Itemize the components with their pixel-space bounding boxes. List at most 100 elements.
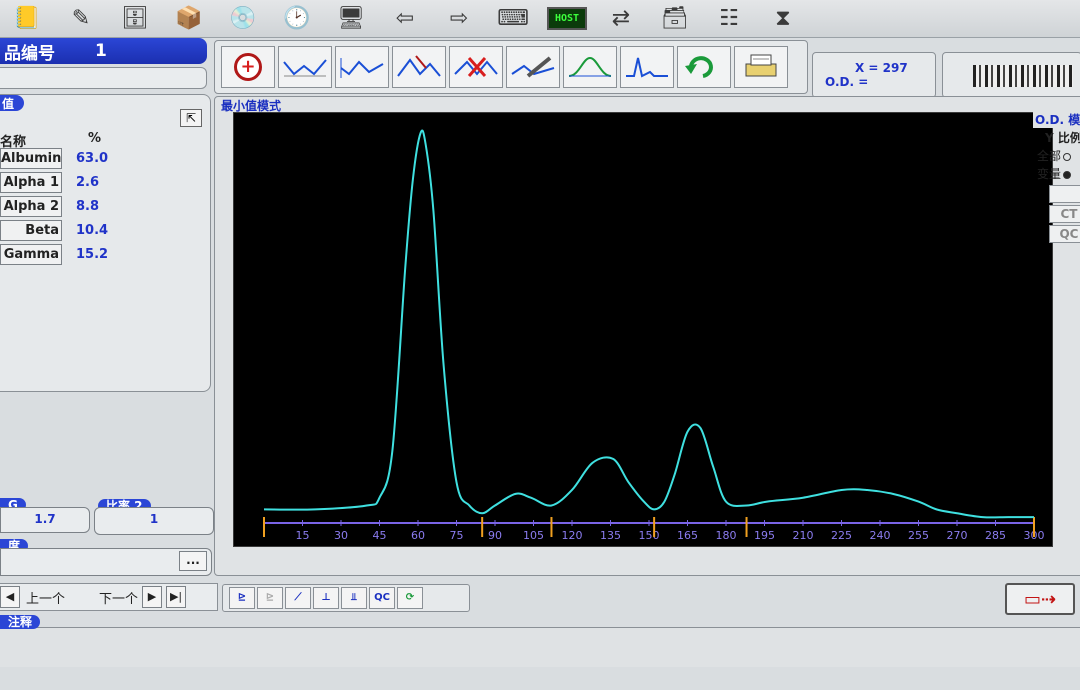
last-record-icon[interactable]: ▶| — [166, 586, 187, 608]
radio-variable-dot[interactable] — [1063, 170, 1072, 179]
prev-record-icon[interactable]: ◀ — [0, 586, 20, 608]
x-tick-label: 255 — [908, 529, 929, 542]
sample-number-label: 品编号 — [4, 43, 55, 64]
qc-side-button[interactable]: QC — [1049, 225, 1080, 243]
column-percent-header: % — [88, 131, 102, 146]
prev-record-label[interactable]: 上一个 — [26, 588, 65, 607]
x-tick-label: 120 — [562, 529, 583, 542]
x-tick-label: 285 — [985, 529, 1006, 542]
x-tick-label: 225 — [831, 529, 852, 542]
radio-variable[interactable]: 变量 — [1037, 165, 1072, 182]
values-panel-title: 值 — [0, 95, 25, 111]
archive-icon[interactable]: 🗃 — [650, 2, 700, 36]
fraction-percent: 8.8 — [76, 198, 100, 214]
x-tick-label: 240 — [870, 529, 891, 542]
edit-chart-icon[interactable]: ⊵ — [229, 587, 255, 609]
fraction-name[interactable]: Alpha 1 — [0, 171, 62, 193]
cursor-readout: X = 297 O.D. = — [812, 52, 936, 98]
record-navigation: ◀ 上一个 下一个 ▶ ▶| — [0, 583, 218, 611]
curve-icon — [283, 59, 327, 77]
qc-button[interactable]: QC — [369, 587, 395, 609]
x-tick-label: 90 — [488, 529, 502, 542]
fraction-row: Albumin 63.0 — [0, 147, 108, 169]
undo-button[interactable] — [677, 46, 731, 88]
cursor-x: X = 297 — [855, 61, 908, 75]
radio-all[interactable]: 全部 — [1037, 147, 1072, 164]
fraction-row: Gamma 15.2 — [0, 243, 108, 265]
next-record-label[interactable]: 下一个 — [99, 588, 138, 607]
pencil-icon — [511, 56, 555, 78]
fraction-percent: 2.6 — [76, 174, 100, 190]
chart-toolbar: + — [214, 40, 808, 94]
x-tick-label: 105 — [523, 529, 544, 542]
main-toolbar: 📒 ✎ 🗄 📦 💿 🕑 🖥 ⇦ ⇨ ⌨ HOST ⇄ 🗃 ☷ ⧗ — [0, 0, 1080, 38]
host-label: HOST — [546, 7, 588, 30]
baseline-button[interactable] — [335, 46, 389, 88]
clock-icon[interactable]: 🕑 — [272, 2, 322, 36]
box-icon[interactable]: 📦 — [164, 2, 214, 36]
zoom-in-button[interactable]: + — [221, 46, 275, 88]
next-record-icon[interactable]: ▶ — [142, 586, 163, 608]
edit-toolbar: ⊵ ⊵ ⟋ ⊥ ⫫ QC ⟳ — [222, 584, 470, 612]
smooth-curve-button[interactable] — [278, 46, 332, 88]
peaks-view-button[interactable] — [620, 46, 674, 88]
save-exit-icon: ▭⇢ — [1023, 588, 1057, 610]
plot-area[interactable]: 15 30 45 60 75 90 105 120 135 150 165 180 195 210 225 2… — [233, 112, 1053, 547]
edit-peak-button[interactable] — [506, 46, 560, 88]
split-icon[interactable]: ⊥ — [313, 587, 339, 609]
fraction-name[interactable]: Gamma — [0, 243, 62, 265]
radio-all-label: 全部 — [1037, 149, 1062, 163]
comment-area[interactable] — [0, 627, 1080, 667]
barcode-panel — [942, 52, 1080, 98]
delete-peak-button[interactable] — [449, 46, 503, 88]
x-tick-label: 195 — [754, 529, 775, 542]
radio-variable-label: 变量 — [1037, 167, 1062, 181]
peaks-icon — [626, 57, 668, 78]
sample-info-field — [0, 67, 207, 89]
peak-mark-button[interactable] — [392, 46, 446, 88]
fraction-row: Alpha 1 2.6 — [0, 171, 99, 193]
degree-browse-button[interactable]: ... — [179, 551, 207, 571]
disc-icon[interactable]: 💿 — [218, 2, 268, 36]
undo-icon — [685, 56, 713, 78]
fraction-name[interactable]: Beta — [0, 219, 62, 241]
pen-chart-icon[interactable]: ✎ — [56, 2, 106, 36]
ct-button[interactable]: CT — [1049, 205, 1080, 223]
export-icon[interactable]: ⇱ — [180, 109, 202, 127]
cursor-od: O.D. = — [825, 75, 869, 89]
sample-number-bar: 品编号 1 — [0, 38, 207, 64]
ag-value: 1.7 — [0, 507, 90, 533]
print-button[interactable] — [734, 46, 788, 88]
curve-view-button[interactable] — [563, 46, 617, 88]
save-exit-button[interactable]: ▭⇢ — [1005, 583, 1075, 615]
database-icon[interactable]: 🗄 — [110, 2, 160, 36]
transfer-icon[interactable]: ⇄ — [596, 2, 646, 36]
slope-icon[interactable]: ⟋ — [285, 587, 311, 609]
arrow-left-icon[interactable]: ⇦ — [380, 2, 430, 36]
y-scale-label: Y 比例 — [1045, 131, 1080, 145]
arrow-right-icon[interactable]: ⇨ — [434, 2, 484, 36]
fraction-row: Alpha 2 8.8 — [0, 195, 99, 217]
fraction-name[interactable]: Albumin — [0, 147, 62, 169]
notebook-icon[interactable]: 📒 — [2, 2, 52, 36]
densitometry-trace — [263, 129, 1034, 519]
blank-side-button[interactable] — [1049, 185, 1080, 203]
layers-icon[interactable]: ⧗ — [758, 2, 808, 36]
x-tick-label: 270 — [947, 529, 968, 542]
disabled-chart-icon: ⊵ — [257, 587, 283, 609]
marker-icon[interactable]: ⫫ — [341, 587, 367, 609]
delete-peak-icon — [454, 57, 498, 77]
monitor-icon[interactable]: 🖥 — [326, 2, 376, 36]
radio-all-dot[interactable] — [1063, 152, 1072, 161]
x-tick-label: 60 — [411, 529, 425, 542]
keyboard-icon[interactable]: ⌨ — [488, 2, 538, 36]
zoom-in-icon: + — [234, 53, 262, 81]
host-button[interactable]: HOST — [542, 2, 592, 36]
degree-field: ... — [0, 548, 212, 576]
bell-curve-icon — [568, 56, 612, 77]
network-icon[interactable]: ☷ — [704, 2, 754, 36]
x-tick-label: 45 — [373, 529, 387, 542]
refresh-icon[interactable]: ⟳ — [397, 587, 423, 609]
x-tick-label: 210 — [793, 529, 814, 542]
fraction-name[interactable]: Alpha 2 — [0, 195, 62, 217]
